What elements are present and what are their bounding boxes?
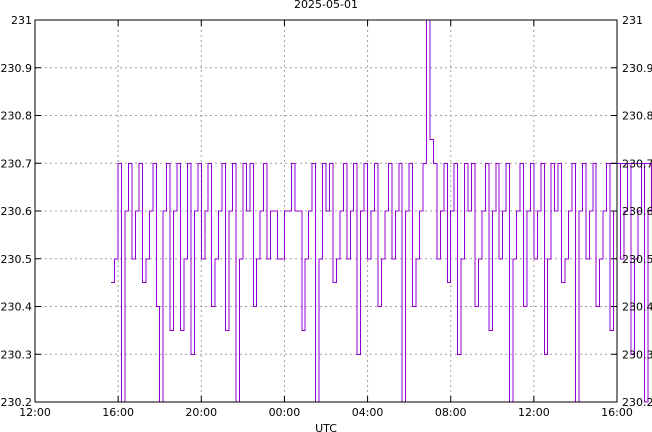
y-tick-label-right: 230.9	[622, 62, 652, 75]
x-tick-label: 08:00	[435, 406, 467, 419]
y-tick-label-right: 230.5	[622, 253, 652, 266]
y-tick-label-right: 230.2	[622, 396, 652, 409]
y-tick-label-right: 231	[622, 14, 643, 27]
y-tick-label-left: 230.9	[1, 62, 33, 75]
x-axis-label: UTC	[315, 422, 337, 432]
y-tick-label-right: 230.3	[622, 348, 652, 361]
y-tick-label-right: 230.7	[622, 157, 652, 170]
y-tick-label-left: 230.7	[1, 157, 33, 170]
y-tick-label-left: 231	[11, 14, 32, 27]
axis-ticks: 12:00 16:00 20:00 00:00 04:00 08:00 12:00 16:00…	[1, 14, 652, 419]
x-tick-label: 20:00	[185, 406, 217, 419]
y-tick-label-right: 230.6	[622, 205, 652, 218]
y-tick-label-right: 230.8	[622, 110, 652, 123]
y-tick-label-left: 230.6	[1, 205, 33, 218]
x-tick-label: 12:00	[518, 406, 550, 419]
x-tick-label: 04:00	[352, 406, 384, 419]
y-tick-label-left: 230.4	[1, 301, 33, 314]
x-tick-label: 16:00	[102, 406, 134, 419]
x-tick-label: 00:00	[269, 406, 301, 419]
y-tick-label-left: 230.8	[1, 110, 33, 123]
y-tick-label-left: 230.3	[1, 348, 33, 361]
y-tick-label-left: 230.5	[1, 253, 33, 266]
y-tick-label-right: 230.4	[622, 301, 652, 314]
chart: 2025-05-01 12:00 16:00 20:00 00:00 04:00 08:0…	[1, 0, 652, 432]
chart-title: 2025-05-01	[294, 0, 358, 11]
y-tick-label-left: 230.2	[1, 396, 33, 409]
